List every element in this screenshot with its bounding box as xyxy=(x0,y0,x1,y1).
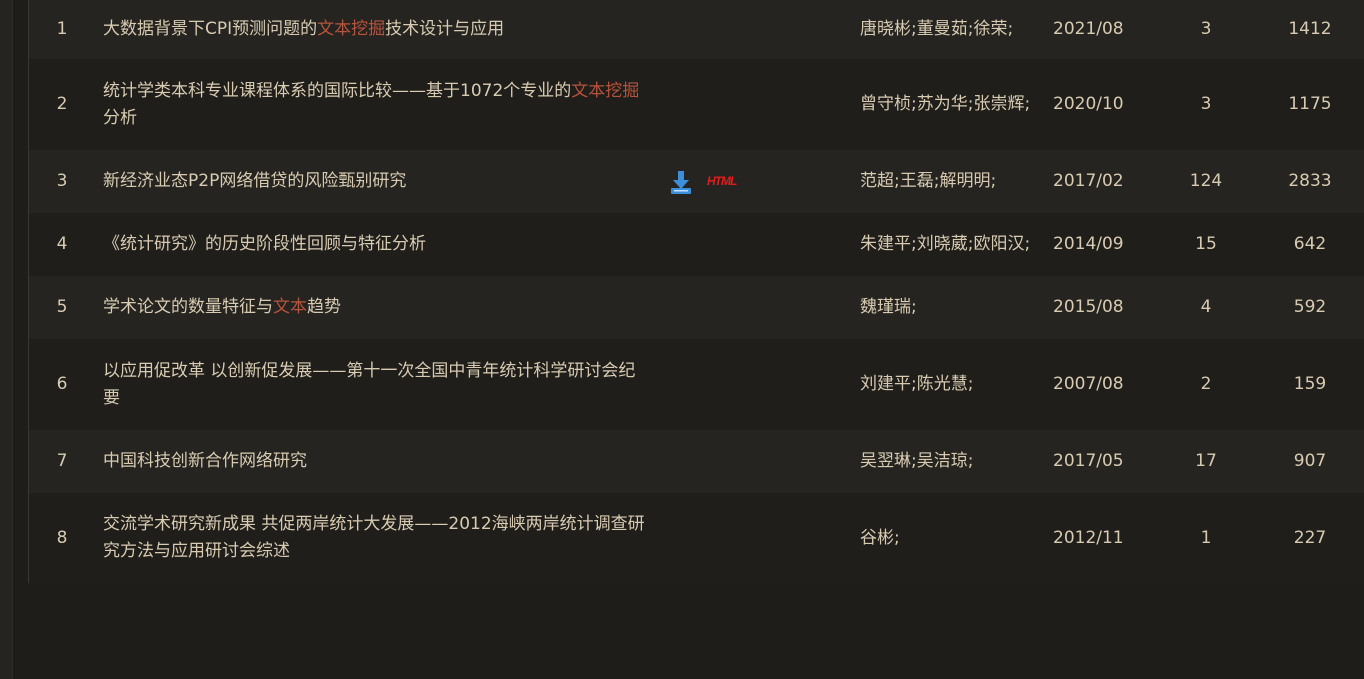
title-text: 大数据背景下CPI预测问题的 xyxy=(103,19,318,39)
title-cell: 统计学类本科专业课程体系的国际比较——基于1072个专业的文本挖掘分析 xyxy=(103,59,651,150)
table-row: 2 统计学类本科专业课程体系的国际比较——基于1072个专业的文本挖掘分析 曾守桢;… xyxy=(29,59,1364,150)
authors-cell[interactable]: 唐晓彬;董曼茹;徐荣; xyxy=(860,0,1050,59)
authors-cell[interactable]: 刘建平;陈光慧; xyxy=(860,339,1050,430)
article-title-link[interactable]: 《统计研究》的历史阶段性回顾与特征分析 xyxy=(103,231,426,258)
table-row: 5 学术论文的数量特征与文本趋势 魏瑾瑞; 2015/08 4 592 xyxy=(29,276,1364,339)
article-title-link[interactable]: 学术论文的数量特征与文本趋势 xyxy=(103,294,341,321)
authors-cell[interactable]: 谷彬; xyxy=(860,493,1050,583)
title-cell: 《统计研究》的历史阶段性回顾与特征分析 xyxy=(103,213,651,276)
title-text: 统计学类本科专业课程体系的国际比较——基于1072个专业的 xyxy=(103,80,572,101)
title-cell: 中国科技创新合作网络研究 xyxy=(103,430,651,493)
article-title-link[interactable]: 统计学类本科专业课程体系的国际比较——基于1072个专业的文本挖掘分析 xyxy=(103,78,651,132)
title-cell: 交流学术研究新成果 共促两岸统计大发展——2012海峡两岸统计调查研究方法与应用… xyxy=(103,493,651,583)
citation-count[interactable]: 17 xyxy=(1167,430,1245,493)
title-text: 新经济业态P2P网络借贷的风险甄别研究 xyxy=(103,171,407,191)
publish-date: 2015/08 xyxy=(1053,297,1124,317)
title-cell: 学术论文的数量特征与文本趋势 xyxy=(103,276,651,339)
article-title-link[interactable]: 以应用促改革 以创新促发展——第十一次全国中青年统计科学研讨会纪要 xyxy=(103,358,651,412)
title-text: 交流学术研究新成果 共促两岸统计大发展——2012海峡两岸统计调查研究方法与应用… xyxy=(103,514,645,561)
title-text: 趋势 xyxy=(307,297,341,317)
title-cell: 新经济业态P2P网络借贷的风险甄别研究 xyxy=(103,150,651,213)
highlighted-keyword: 文本 xyxy=(273,297,307,317)
title-text: 技术设计与应用 xyxy=(385,19,505,39)
row-number: 4 xyxy=(56,234,68,254)
download-count[interactable]: 159 xyxy=(1270,339,1350,430)
left-gutter xyxy=(0,0,13,679)
publish-date: 2012/11 xyxy=(1053,527,1124,548)
article-title-link[interactable]: 交流学术研究新成果 共促两岸统计大发展——2012海峡两岸统计调查研究方法与应用… xyxy=(103,511,651,565)
title-text: 分析 xyxy=(103,107,137,128)
search-results-table: 1 大数据背景下CPI预测问题的文本挖掘技术设计与应用 唐晓彬;董曼茹;徐荣; 202… xyxy=(28,0,1364,583)
title-cell: 以应用促改革 以创新促发展——第十一次全国中青年统计科学研讨会纪要 xyxy=(103,339,651,430)
download-count[interactable]: 1412 xyxy=(1270,0,1350,59)
download-count[interactable]: 227 xyxy=(1270,493,1350,583)
title-text: 中国科技创新合作网络研究 xyxy=(103,451,307,471)
citation-count[interactable]: 2 xyxy=(1167,339,1245,430)
row-number: 7 xyxy=(56,451,68,471)
publish-date: 2014/09 xyxy=(1053,234,1124,254)
title-cell: 大数据背景下CPI预测问题的文本挖掘技术设计与应用 xyxy=(103,0,651,59)
authors-cell[interactable]: 吴翌琳;吴洁琼; xyxy=(860,430,1050,493)
download-count[interactable]: 642 xyxy=(1270,213,1350,276)
row-number: 5 xyxy=(56,297,68,317)
citation-count[interactable]: 4 xyxy=(1167,276,1245,339)
download-count[interactable]: 592 xyxy=(1270,276,1350,339)
authors-cell[interactable]: 范超;王磊;解明明; xyxy=(860,150,1050,213)
citation-count[interactable]: 3 xyxy=(1167,0,1245,59)
highlighted-keyword: 文本挖掘 xyxy=(317,19,386,39)
publish-date: 2021/08 xyxy=(1053,19,1124,39)
download-count[interactable]: 907 xyxy=(1270,430,1350,493)
table-row: 6 以应用促改革 以创新促发展——第十一次全国中青年统计科学研讨会纪要 刘建平;陈光… xyxy=(29,339,1364,430)
row-number: 6 xyxy=(56,374,68,394)
authors-cell[interactable]: 朱建平;刘晓葳;欧阳汉; xyxy=(860,213,1050,276)
title-text: 学术论文的数量特征与 xyxy=(103,297,273,317)
publish-date: 2017/05 xyxy=(1053,451,1124,471)
table-row: 4 《统计研究》的历史阶段性回顾与特征分析 朱建平;刘晓葳;欧阳汉; 2014/09 1… xyxy=(29,213,1364,276)
citation-count[interactable]: 124 xyxy=(1167,150,1245,213)
row-number: 1 xyxy=(56,19,68,39)
article-title-link[interactable]: 大数据背景下CPI预测问题的文本挖掘技术设计与应用 xyxy=(103,16,504,43)
authors-cell[interactable]: 曾守桢;苏为华;张崇辉; xyxy=(860,59,1050,150)
article-title-link[interactable]: 新经济业态P2P网络借贷的风险甄别研究 xyxy=(103,168,406,195)
table-row: 8 交流学术研究新成果 共促两岸统计大发展——2012海峡两岸统计调查研究方法与应… xyxy=(29,493,1364,583)
publish-date: 2007/08 xyxy=(1053,374,1124,394)
publish-date: 2020/10 xyxy=(1053,94,1124,114)
download-icon[interactable] xyxy=(669,169,693,195)
table-row: 7 中国科技创新合作网络研究 吴翌琳;吴洁琼; 2017/05 17 907 xyxy=(29,430,1364,493)
table-row: 3 新经济业态P2P网络借贷的风险甄别研究 HTML 范超;王磊;解明明; 2017/0… xyxy=(29,150,1364,213)
row-number: 2 xyxy=(56,94,68,114)
download-count[interactable]: 1175 xyxy=(1270,59,1350,150)
title-text: 《统计研究》的历史阶段性回顾与特征分析 xyxy=(103,234,426,254)
table-row: 1 大数据背景下CPI预测问题的文本挖掘技术设计与应用 唐晓彬;董曼茹;徐荣; 202… xyxy=(29,0,1364,59)
highlighted-keyword: 文本挖掘 xyxy=(571,80,640,101)
action-icons: HTML xyxy=(669,150,759,213)
publish-date: 2017/02 xyxy=(1053,171,1124,191)
authors-cell[interactable]: 魏瑾瑞; xyxy=(860,276,1050,339)
article-title-link[interactable]: 中国科技创新合作网络研究 xyxy=(103,448,307,475)
citation-count[interactable]: 15 xyxy=(1167,213,1245,276)
title-text: 以应用促改革 以创新促发展——第十一次全国中青年统计科学研讨会纪要 xyxy=(103,360,636,408)
row-number: 3 xyxy=(56,171,68,191)
html-view-icon[interactable]: HTML xyxy=(707,168,737,195)
citation-count[interactable]: 3 xyxy=(1167,59,1245,150)
row-number: 8 xyxy=(56,527,68,548)
download-count[interactable]: 2833 xyxy=(1270,150,1350,213)
citation-count[interactable]: 1 xyxy=(1167,493,1245,583)
